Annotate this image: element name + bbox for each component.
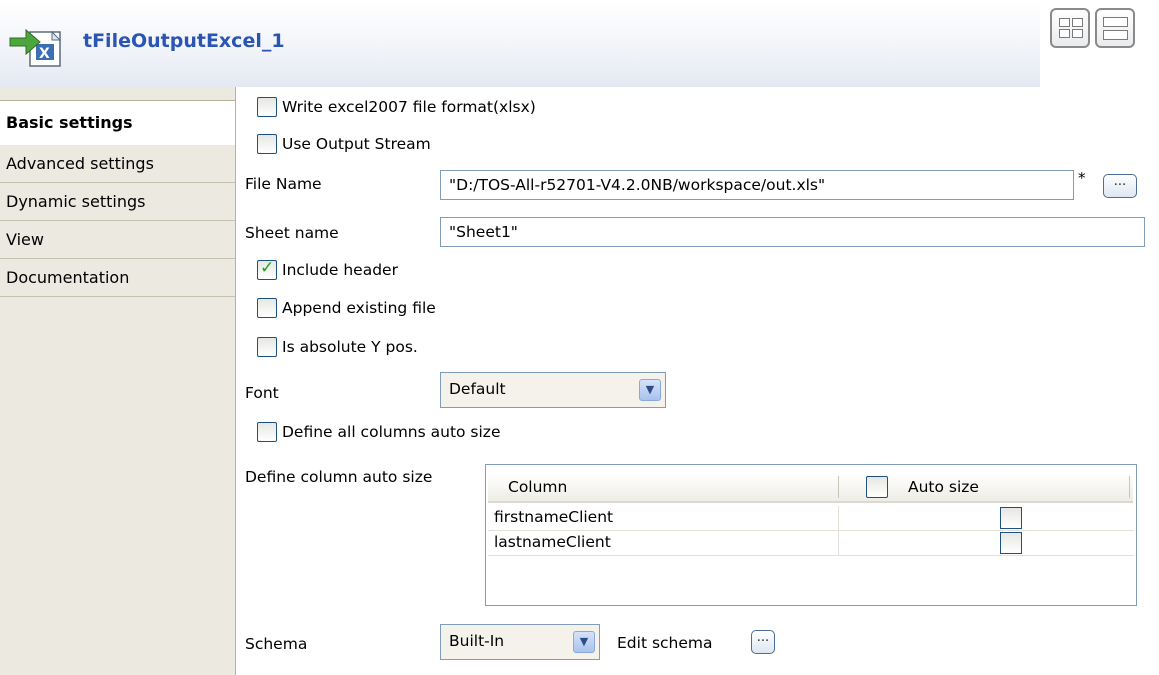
edit-schema-button[interactable]: ... bbox=[751, 630, 775, 654]
write-xlsx-checkbox[interactable] bbox=[257, 97, 277, 117]
define-all-auto-checkbox[interactable] bbox=[257, 422, 277, 442]
file-name-label: File Name bbox=[245, 175, 322, 193]
sheet-name-input[interactable]: "Sheet1" bbox=[440, 217, 1145, 247]
absolute-y-checkbox[interactable] bbox=[257, 337, 277, 357]
schema-select-value: Built-In bbox=[449, 632, 505, 650]
component-title: tFileOutputExcel_1 bbox=[83, 30, 285, 52]
include-header-label: Include header bbox=[282, 261, 398, 279]
table-cell-column: lastnameClient bbox=[494, 533, 611, 551]
schema-label: Schema bbox=[245, 635, 308, 653]
grid-layout-button[interactable] bbox=[1050, 8, 1090, 48]
tab-view[interactable]: View bbox=[0, 221, 235, 259]
write-xlsx-label: Write excel2007 file format(xlsx) bbox=[282, 98, 536, 116]
table-row[interactable]: lastnameClient bbox=[488, 531, 1022, 556]
absolute-y-row: Is absolute Y pos. bbox=[257, 337, 418, 357]
append-existing-checkbox[interactable] bbox=[257, 298, 277, 318]
chevron-down-icon[interactable]: ▼ bbox=[573, 631, 595, 653]
tab-dynamic-settings[interactable]: Dynamic settings bbox=[0, 183, 235, 221]
schema-select[interactable]: Built-In ▼ bbox=[440, 624, 600, 660]
define-all-auto-row: Define all columns auto size bbox=[257, 422, 500, 442]
component-header: X tFileOutputExcel_1 bbox=[0, 0, 1135, 87]
include-header-checkbox[interactable] bbox=[257, 258, 277, 280]
font-select-value: Default bbox=[449, 380, 506, 398]
use-output-stream-row: Use Output Stream bbox=[257, 134, 431, 154]
required-mark: * bbox=[1078, 169, 1086, 187]
table-header: Column Auto size bbox=[488, 473, 1133, 503]
use-output-stream-checkbox[interactable] bbox=[257, 134, 277, 154]
write-xlsx-row: Write excel2007 file format(xlsx) bbox=[257, 97, 536, 117]
column-header[interactable]: Column bbox=[508, 473, 567, 501]
sheet-name-label: Sheet name bbox=[245, 224, 339, 242]
font-select[interactable]: Default ▼ bbox=[440, 372, 666, 408]
append-existing-row: Append existing file bbox=[257, 298, 436, 318]
append-existing-label: Append existing file bbox=[282, 299, 436, 317]
font-label: Font bbox=[245, 384, 279, 402]
auto-size-header[interactable]: Auto size bbox=[908, 473, 979, 501]
column-auto-size-label: Define column auto size bbox=[245, 468, 433, 486]
column-auto-size-table: Column Auto size firstnameClient lastnam… bbox=[485, 464, 1137, 606]
include-header-row: Include header bbox=[257, 258, 398, 280]
use-output-stream-label: Use Output Stream bbox=[282, 135, 431, 153]
chevron-down-icon[interactable]: ▼ bbox=[639, 379, 661, 401]
settings-sidebar: Basic settings Advanced settings Dynamic… bbox=[0, 87, 236, 675]
list-layout-button[interactable] bbox=[1095, 8, 1135, 48]
absolute-y-label: Is absolute Y pos. bbox=[282, 338, 418, 356]
basic-settings-panel: Write excel2007 file format(xlsx) Use Ou… bbox=[237, 87, 1159, 675]
tab-advanced-settings[interactable]: Advanced settings bbox=[0, 145, 235, 183]
table-cell-column: firstnameClient bbox=[494, 508, 614, 526]
tab-basic-settings[interactable]: Basic settings bbox=[0, 101, 235, 145]
table-row[interactable]: firstnameClient bbox=[488, 506, 1022, 531]
tab-documentation[interactable]: Documentation bbox=[0, 259, 235, 297]
svg-text:X: X bbox=[39, 46, 50, 62]
auto-size-header-checkbox[interactable] bbox=[866, 476, 888, 498]
edit-schema-label: Edit schema bbox=[617, 634, 713, 652]
file-browse-button[interactable]: ... bbox=[1103, 174, 1137, 198]
excel-output-icon: X bbox=[9, 28, 62, 67]
define-all-auto-label: Define all columns auto size bbox=[282, 423, 501, 441]
file-name-input[interactable]: "D:/TOS-All-r52701-V4.2.0NB/workspace/ou… bbox=[440, 170, 1074, 200]
